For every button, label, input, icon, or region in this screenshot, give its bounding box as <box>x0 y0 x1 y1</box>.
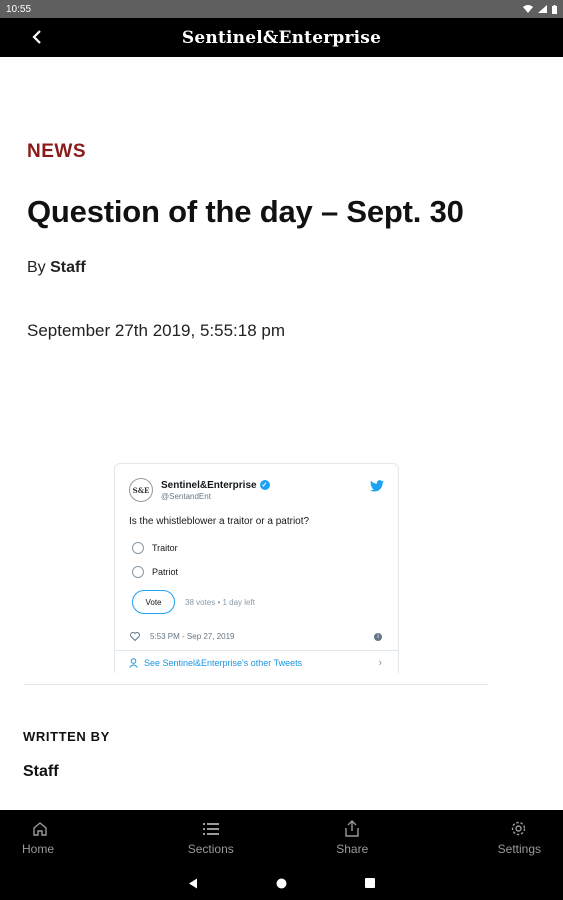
masthead-logo[interactable]: Sentinel&Enterprise <box>182 28 381 48</box>
byline-prefix: By <box>27 259 46 276</box>
nav-label: Sections <box>187 841 234 856</box>
article-content[interactable]: NEWS Question of the day – Sept. 30 By S… <box>0 57 563 810</box>
system-nav-bar <box>0 866 563 900</box>
radio-icon[interactable] <box>132 566 144 578</box>
article-headline: Question of the day – Sept. 30 <box>27 194 464 229</box>
wifi-icon <box>523 5 533 13</box>
list-icon <box>202 821 220 837</box>
divider <box>24 684 488 685</box>
tweet-question: Is the whistleblower a traitor or a patr… <box>129 516 310 527</box>
recents-square-icon[interactable] <box>365 878 375 888</box>
nav-label: Settings <box>497 841 541 856</box>
bottom-nav: Home Sections Share Settings <box>0 810 563 866</box>
section-label[interactable]: NEWS <box>27 141 86 163</box>
home-circle-icon[interactable] <box>276 878 287 889</box>
author-name[interactable]: Staff <box>23 763 59 781</box>
article-date: September 27th 2019, 5:55:18 pm <box>27 321 286 340</box>
byline: By Staff <box>27 259 86 277</box>
tweet-meta: 5:53 PM - Sep 27, 2019 <box>130 632 235 641</box>
nav-home[interactable]: Home <box>0 810 140 866</box>
gear-icon <box>509 821 527 837</box>
written-by-heading: WRITTEN BY <box>23 729 110 744</box>
nav-sections[interactable]: Sections <box>140 810 282 866</box>
poll-vote-row: Vote 38 votes • 1 day left <box>132 590 255 614</box>
home-icon <box>31 821 49 837</box>
tweet-divider <box>115 650 398 651</box>
poll-option-traitor[interactable]: Traitor <box>132 542 178 554</box>
poll-option-patriot[interactable]: Patriot <box>132 566 178 578</box>
tweet-author-name[interactable]: Sentinel&Enterprise <box>161 480 257 491</box>
poll-option-label: Traitor <box>152 543 178 553</box>
twitter-bird-icon[interactable] <box>370 480 384 492</box>
vote-button[interactable]: Vote <box>132 590 175 614</box>
share-icon <box>343 820 361 837</box>
info-icon[interactable]: i <box>374 633 382 641</box>
signal-icon <box>538 5 547 13</box>
heart-icon[interactable] <box>130 632 140 641</box>
byline-author: Staff <box>50 259 86 276</box>
back-button[interactable] <box>26 26 48 48</box>
poll-option-label: Patriot <box>152 567 179 577</box>
nav-share[interactable]: Share <box>282 810 424 866</box>
verified-badge-icon: ✓ <box>259 480 270 490</box>
person-icon <box>129 658 138 668</box>
back-triangle-icon[interactable] <box>188 878 198 889</box>
app-bar: Sentinel&Enterprise <box>0 18 563 57</box>
tweet-author[interactable]: S&E Sentinel&Enterprise ✓ @SentandEnt <box>129 478 270 502</box>
tweet-handle[interactable]: @SentandEnt <box>161 492 270 501</box>
see-more-tweets-link[interactable]: See Sentinel&Enterprise's other Tweets <box>129 658 302 668</box>
see-more-tweets-label: See Sentinel&Enterprise's other Tweets <box>144 658 303 668</box>
status-time: 10:55 <box>6 3 32 15</box>
chevron-right-icon[interactable]: › <box>378 657 382 669</box>
poll-meta: 38 votes • 1 day left <box>185 597 255 607</box>
radio-icon[interactable] <box>132 542 144 554</box>
nav-label: Home <box>22 841 55 856</box>
avatar[interactable]: S&E <box>129 478 153 502</box>
status-bar: 10:55 <box>0 0 563 18</box>
tweet-timestamp[interactable]: 5:53 PM - Sep 27, 2019 <box>150 632 235 641</box>
status-icons <box>523 4 557 14</box>
embedded-tweet[interactable]: S&E Sentinel&Enterprise ✓ @SentandEnt Is… <box>114 463 399 673</box>
tweet-author-name-row: Sentinel&Enterprise ✓ <box>161 480 270 491</box>
nav-settings[interactable]: Settings <box>423 810 563 866</box>
back-arrow-icon <box>32 30 41 44</box>
battery-icon <box>552 4 557 14</box>
nav-label: Share <box>336 841 369 856</box>
